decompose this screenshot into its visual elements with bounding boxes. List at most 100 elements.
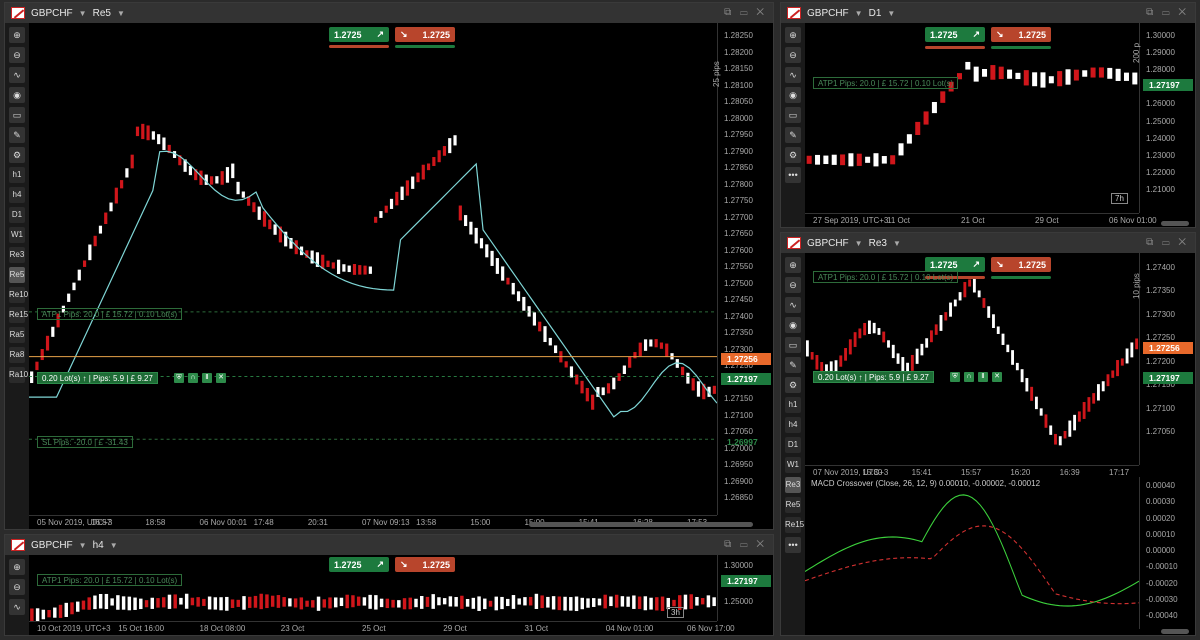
position-label[interactable]: 0.20 Lot(s) ↑ | Pips: 5.9 | £ 9.27 <box>37 372 158 384</box>
zoom-out-icon[interactable]: ⊖ <box>9 47 25 63</box>
draw-icon[interactable]: ✎ <box>9 127 25 143</box>
sell-button[interactable]: ↘ 1.2725 <box>991 257 1051 272</box>
indicator-icon[interactable]: ∿ <box>785 297 801 313</box>
time-axis[interactable]: 10 Oct 2019, UTC+3 15 Oct 16:00 18 Oct 08:… <box>29 621 735 635</box>
settings-icon[interactable]: ⚙ <box>785 147 801 163</box>
tf-re5[interactable]: Re5 <box>785 497 801 513</box>
atp-label[interactable]: ATP1 Pips: 20.0 | £ 15.72 | 0.10 Lot(s) <box>813 271 959 283</box>
target-icon[interactable]: ◉ <box>785 317 801 333</box>
sell-button[interactable]: ↘ 1.2725 <box>991 27 1051 42</box>
more-icon[interactable]: ••• <box>785 167 801 183</box>
tf-re15[interactable]: Re15 <box>9 307 28 323</box>
symbol-label[interactable]: GBPCHF <box>807 8 849 19</box>
symbol-label[interactable]: GBPCHF <box>31 8 73 19</box>
tf-w1[interactable]: W1 <box>785 457 801 473</box>
zoom-in-icon[interactable]: ⊕ <box>785 27 801 43</box>
zoom-out-icon[interactable]: ⊖ <box>9 579 25 595</box>
timeframe-label[interactable]: h4 <box>93 540 104 551</box>
window-controls[interactable]: ⧉ ▭ ✕ <box>724 7 767 18</box>
zoom-in-icon[interactable]: ⊕ <box>785 257 801 273</box>
buy-button[interactable]: 1.2725 ↗ <box>329 27 389 42</box>
position-label[interactable]: 0.20 Lot(s) ↑ | Pips: 5.9 | £ 9.27 <box>813 371 934 383</box>
zoom-in-icon[interactable]: ⊕ <box>9 27 25 43</box>
tf-re10[interactable]: Re10 <box>9 287 28 303</box>
horizontal-scrollbar[interactable] <box>529 522 753 527</box>
reverse-icon[interactable]: ∩ <box>964 372 974 382</box>
reverse-icon[interactable]: ∩ <box>188 373 198 383</box>
settings-icon[interactable]: ⚙ <box>9 147 25 163</box>
tf-re3[interactable]: Re3 <box>785 477 801 493</box>
pause-icon[interactable]: Ⅱ <box>978 372 988 382</box>
symbol-label[interactable]: GBPCHF <box>807 238 849 249</box>
timeframe-label[interactable]: Re5 <box>93 8 111 19</box>
price-axis[interactable]: 1.300001.275001.25000 <box>717 555 773 621</box>
chevron-down-icon[interactable]: ▼ <box>855 239 863 248</box>
time-axis[interactable]: 07 Nov 2019, UTC+3 15:30 15:41 15:57 16:20 16… <box>805 465 1139 479</box>
chevron-down-icon[interactable]: ▼ <box>855 9 863 18</box>
tf-ra10[interactable]: Ra10 <box>9 367 28 383</box>
zoom-out-icon[interactable]: ⊖ <box>785 47 801 63</box>
tf-h4[interactable]: h4 <box>785 417 801 433</box>
window-controls[interactable]: ⧉ ▭ ✕ <box>1146 237 1189 248</box>
buy-button[interactable]: 1.2725 ↗ <box>925 27 985 42</box>
tf-h1[interactable]: h1 <box>785 397 801 413</box>
d1-chart-area[interactable] <box>805 23 1139 213</box>
chevron-down-icon[interactable]: ▼ <box>887 9 895 18</box>
atp-label[interactable]: ATP1 Pips: 20.0 | £ 15.72 | 0.10 Lot(s) <box>37 308 183 320</box>
chevron-down-icon[interactable]: ▼ <box>79 9 87 18</box>
atp-label[interactable]: ATP1 Pips: 20.0 | £ 15.72 | 0.10 Lot(s) <box>37 574 183 586</box>
close-icon[interactable]: ✕ <box>216 373 226 383</box>
chevron-down-icon[interactable]: ▼ <box>893 239 901 248</box>
window-controls[interactable]: ⧉ ▭ ✕ <box>724 539 767 550</box>
sell-button[interactable]: ↘ 1.2725 <box>395 557 455 572</box>
atp-label[interactable]: ATP1 Pips: 20.0 | £ 15.72 | 0.10 Lot(s) <box>813 77 959 89</box>
draw-icon[interactable]: ✎ <box>785 357 801 373</box>
settings-icon[interactable]: ⚙ <box>785 377 801 393</box>
macd-area[interactable] <box>804 491 1140 629</box>
tf-h1[interactable]: h1 <box>9 167 25 183</box>
buy-button[interactable]: 1.2725 ↗ <box>925 257 985 272</box>
price-axis[interactable]: 1.300001.290001.280001.270001.260001.250… <box>1139 23 1195 213</box>
indicator-icon[interactable]: ∿ <box>785 67 801 83</box>
indicator-icon[interactable]: ∿ <box>9 67 25 83</box>
window-controls[interactable]: ⧉ ▭ ✕ <box>1146 7 1189 18</box>
chevron-down-icon[interactable]: ▼ <box>79 541 87 550</box>
template-icon[interactable]: ▭ <box>9 107 25 123</box>
timeframe-label[interactable]: Re3 <box>869 238 887 249</box>
re3-chart-area[interactable] <box>805 253 1139 465</box>
close-icon[interactable]: ✕ <box>992 372 1002 382</box>
tf-d1[interactable]: D1 <box>9 207 25 223</box>
indicator-icon[interactable]: ∿ <box>9 599 25 615</box>
macd-axis[interactable]: 0.00040 0.00030 0.00020 0.00010 0.00000 -0.00… <box>1139 477 1195 629</box>
template-icon[interactable]: ▭ <box>785 107 801 123</box>
target-icon[interactable]: ◉ <box>9 87 25 103</box>
tf-re5[interactable]: Re5 <box>9 267 25 283</box>
symbol-label[interactable]: GBPCHF <box>31 540 73 551</box>
zoom-out-icon[interactable]: ⊖ <box>785 277 801 293</box>
tf-d1[interactable]: D1 <box>785 437 801 453</box>
tf-ra5[interactable]: Ra5 <box>9 327 25 343</box>
template-icon[interactable]: ▭ <box>785 337 801 353</box>
sl-label[interactable]: SL Pips: -20.0 | £ -31.43 <box>37 436 133 448</box>
buy-button[interactable]: 1.2725 ↗ <box>329 557 389 572</box>
chevron-down-icon[interactable]: ▼ <box>117 9 125 18</box>
tf-h4[interactable]: h4 <box>9 187 25 203</box>
time-axis[interactable]: 27 Sep 2019, UTC+3 11 Oct 21 Oct 29 Oct 06 N… <box>805 213 1157 227</box>
timeframe-label[interactable]: D1 <box>869 8 882 19</box>
tf-re15[interactable]: Re15 <box>785 517 804 533</box>
zoom-in-icon[interactable]: ⊕ <box>9 559 25 575</box>
draw-icon[interactable]: ✎ <box>785 127 801 143</box>
more-icon[interactable]: ••• <box>785 537 801 553</box>
horizontal-scrollbar[interactable] <box>1161 221 1189 226</box>
shield-icon[interactable]: ⛨ <box>174 373 184 383</box>
pause-icon[interactable]: Ⅱ <box>202 373 212 383</box>
tf-re3[interactable]: Re3 <box>9 247 25 263</box>
target-icon[interactable]: ◉ <box>785 87 801 103</box>
tf-w1[interactable]: W1 <box>9 227 25 243</box>
tf-ra8[interactable]: Ra8 <box>9 347 25 363</box>
horizontal-scrollbar[interactable] <box>1161 629 1189 634</box>
shield-icon[interactable]: ⛨ <box>950 372 960 382</box>
price-axis[interactable]: 1.27400 1.27350 1.27300 1.27250 1.27200 1.271… <box>1139 253 1195 465</box>
chevron-down-icon[interactable]: ▼ <box>110 541 118 550</box>
sell-button[interactable]: ↘ 1.2725 <box>395 27 455 42</box>
